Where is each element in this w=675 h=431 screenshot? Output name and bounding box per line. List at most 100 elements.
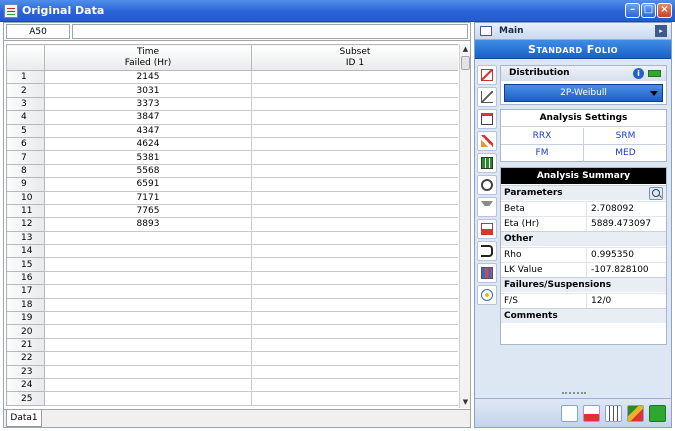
- transfer-icon[interactable]: [477, 241, 497, 261]
- cell-subset-id[interactable]: [251, 96, 458, 112]
- move-icon[interactable]: [477, 285, 497, 305]
- cell-time-failed[interactable]: 7765: [44, 203, 252, 219]
- row-header[interactable]: 8: [6, 163, 45, 179]
- cell-subset-id[interactable]: [251, 110, 458, 125]
- mountain-chart-icon[interactable]: [477, 131, 497, 151]
- cell-subset-id[interactable]: [251, 337, 458, 353]
- sheet-view-icon[interactable]: [561, 405, 578, 422]
- cell-subset-id[interactable]: [251, 270, 458, 286]
- scroll-up-icon[interactable]: ▲: [460, 44, 471, 55]
- vertical-scrollbar[interactable]: ▲ ▼: [459, 44, 470, 408]
- cell-time-failed[interactable]: 4347: [44, 123, 252, 138]
- cell-time-failed[interactable]: [44, 324, 252, 339]
- likelihood-ratio-icon[interactable]: [477, 219, 497, 239]
- plot-icon[interactable]: [477, 87, 497, 107]
- row-header[interactable]: 17: [6, 284, 45, 299]
- cell-subset-id[interactable]: [251, 83, 458, 98]
- cell-time-failed[interactable]: 5568: [44, 163, 252, 179]
- close-icon[interactable]: ×: [657, 3, 672, 18]
- cell-time-failed[interactable]: 5381: [44, 150, 252, 165]
- cell-time-failed[interactable]: [44, 257, 252, 272]
- row-header[interactable]: 13: [6, 230, 45, 246]
- cell-reference[interactable]: A50: [6, 24, 70, 39]
- distribution-select[interactable]: 2P-Weibull: [504, 84, 663, 102]
- batch-icon[interactable]: [477, 153, 497, 173]
- cell-time-failed[interactable]: 8893: [44, 217, 252, 232]
- cell-time-failed[interactable]: [44, 244, 252, 259]
- cell-time-failed[interactable]: 3031: [44, 83, 252, 98]
- setting-data-type[interactable]: FM: [501, 145, 584, 162]
- pane-arrow-icon[interactable]: ▸: [655, 25, 667, 37]
- cell-time-failed[interactable]: [44, 364, 252, 379]
- cell-subset-id[interactable]: [251, 297, 458, 313]
- cell-subset-id[interactable]: [251, 324, 458, 339]
- green-ok-icon[interactable]: [649, 405, 666, 422]
- report-icon[interactable]: [477, 263, 497, 283]
- cell-subset-id[interactable]: [251, 364, 458, 379]
- row-header[interactable]: 20: [6, 324, 45, 339]
- cell-time-failed[interactable]: [44, 311, 252, 326]
- formula-input[interactable]: [72, 24, 468, 39]
- filter-icon[interactable]: [477, 197, 497, 217]
- column-header-subset[interactable]: Subset ID 1: [251, 44, 458, 71]
- row-header[interactable]: 3: [6, 96, 45, 112]
- row-header[interactable]: 7: [6, 150, 45, 165]
- cell-time-failed[interactable]: 2145: [44, 69, 252, 85]
- maximize-icon[interactable]: □: [641, 3, 656, 18]
- row-header[interactable]: 12: [6, 217, 45, 232]
- cell-time-failed[interactable]: 3847: [44, 110, 252, 125]
- cell-subset-id[interactable]: [251, 123, 458, 138]
- cell-time-failed[interactable]: [44, 297, 252, 313]
- cell-subset-id[interactable]: [251, 150, 458, 165]
- cell-time-failed[interactable]: [44, 230, 252, 246]
- cell-time-failed[interactable]: 7171: [44, 190, 252, 205]
- row-header[interactable]: 6: [6, 136, 45, 152]
- cell-time-failed[interactable]: [44, 377, 252, 393]
- cell-time-failed[interactable]: [44, 391, 252, 406]
- cell-time-failed[interactable]: 6591: [44, 177, 252, 192]
- scroll-thumb[interactable]: [461, 56, 470, 70]
- report-red-icon[interactable]: [583, 405, 600, 422]
- row-header[interactable]: 11: [6, 203, 45, 219]
- row-header[interactable]: 5: [6, 123, 45, 138]
- cell-subset-id[interactable]: [251, 136, 458, 152]
- panel-resize-grip[interactable]: [562, 392, 586, 396]
- cell-time-failed[interactable]: [44, 284, 252, 299]
- quick-calculation-pad-icon[interactable]: [477, 109, 497, 129]
- search-icon[interactable]: [649, 187, 663, 200]
- cell-subset-id[interactable]: [251, 163, 458, 179]
- row-header[interactable]: 16: [6, 270, 45, 286]
- row-header[interactable]: 19: [6, 311, 45, 326]
- diamond-tools-icon[interactable]: [627, 405, 644, 422]
- calculate-icon[interactable]: [477, 65, 497, 85]
- row-header[interactable]: 24: [6, 377, 45, 393]
- sheet-tab-data1[interactable]: Data1: [6, 410, 42, 427]
- row-header[interactable]: 21: [6, 337, 45, 353]
- cell-time-failed[interactable]: [44, 337, 252, 353]
- cell-subset-id[interactable]: [251, 391, 458, 406]
- cell-subset-id[interactable]: [251, 190, 458, 205]
- cell-subset-id[interactable]: [251, 377, 458, 393]
- info-icon[interactable]: i: [633, 68, 644, 79]
- setting-median-ranks[interactable]: MED: [584, 145, 667, 162]
- setting-ranking-method[interactable]: SRM: [584, 128, 667, 145]
- row-header[interactable]: 18: [6, 297, 45, 313]
- scroll-down-icon[interactable]: ▼: [460, 397, 471, 408]
- row-header[interactable]: 25: [6, 391, 45, 406]
- row-header[interactable]: 4: [6, 110, 45, 125]
- cell-subset-id[interactable]: [251, 217, 458, 232]
- row-header[interactable]: 10: [6, 190, 45, 205]
- cell-subset-id[interactable]: [251, 177, 458, 192]
- cell-subset-id[interactable]: [251, 69, 458, 85]
- minimize-icon[interactable]: –: [625, 3, 640, 18]
- cell-time-failed[interactable]: 3373: [44, 96, 252, 112]
- row-header[interactable]: 23: [6, 364, 45, 379]
- cell-time-failed[interactable]: [44, 270, 252, 286]
- cell-subset-id[interactable]: [251, 351, 458, 366]
- cell-time-failed[interactable]: 4624: [44, 136, 252, 152]
- gauge-icon[interactable]: [477, 175, 497, 195]
- row-header[interactable]: 14: [6, 244, 45, 259]
- cell-subset-id[interactable]: [251, 284, 458, 299]
- row-header[interactable]: 15: [6, 257, 45, 272]
- row-header[interactable]: 2: [6, 83, 45, 98]
